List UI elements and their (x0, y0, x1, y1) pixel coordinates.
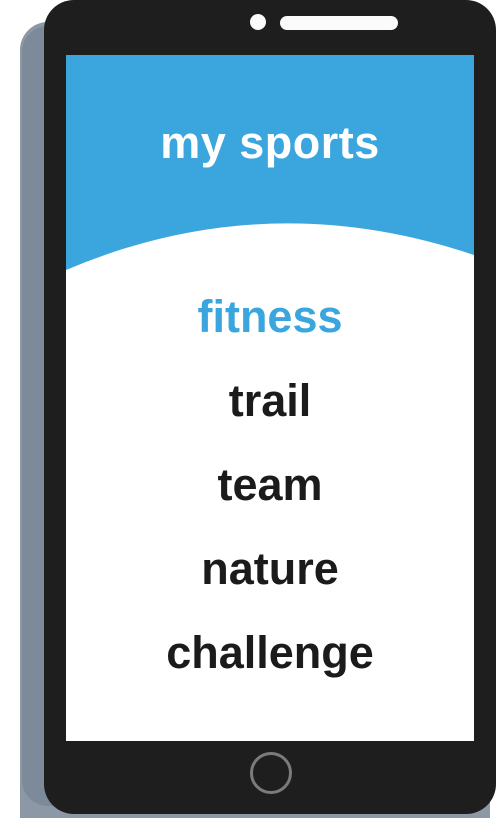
camera-dot-icon (250, 14, 266, 30)
menu-item-fitness[interactable]: fitness (66, 275, 474, 359)
phone-frame: my sports fitness trail team nature chal… (44, 0, 496, 814)
phone-screen: my sports fitness trail team nature chal… (66, 55, 474, 741)
menu-item-team[interactable]: team (66, 443, 474, 527)
menu-item-challenge[interactable]: challenge (66, 611, 474, 695)
header-banner (66, 55, 474, 270)
speaker-grille-icon (280, 16, 398, 30)
sports-menu: fitness trail team nature challenge (66, 275, 474, 695)
menu-item-trail[interactable]: trail (66, 359, 474, 443)
home-circle-icon[interactable] (250, 752, 292, 794)
app-title: my sports (160, 117, 380, 168)
menu-item-nature[interactable]: nature (66, 527, 474, 611)
